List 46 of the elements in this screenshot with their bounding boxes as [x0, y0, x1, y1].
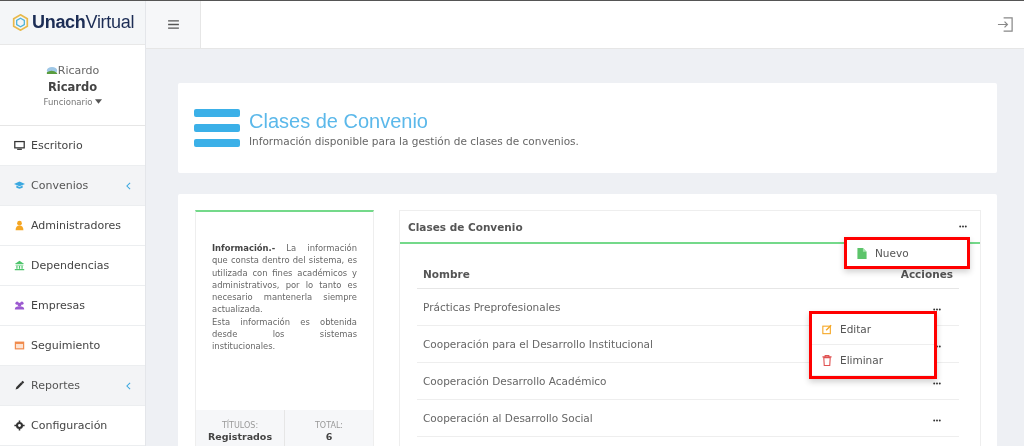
caret-icon — [94, 99, 102, 105]
chevron-left-icon — [126, 181, 131, 190]
sidebar-item[interactable]: Administradores — [0, 206, 145, 246]
trash-icon — [822, 354, 832, 366]
column-header: Nombre — [417, 260, 846, 289]
info-paragraph: Información.- La información que consta dentro del sistema, es utilizada con fines académicos y administrativos, por lo tanto es necesario mantenerla siempre actualizada. — [212, 242, 357, 316]
calendar-icon — [14, 340, 25, 351]
stat-label: TÍTULOS: — [221, 420, 259, 430]
sidebar-item[interactable]: Dependencias — [0, 246, 145, 286]
page-subtitle: Información disponible para la gestión de clases de convenios. — [249, 134, 579, 147]
monitor-icon — [14, 140, 25, 151]
graduation-cap-icon — [14, 180, 25, 191]
menu-item[interactable]: Eliminar — [812, 345, 934, 376]
page-title: Clases de Convenio — [249, 109, 429, 133]
info-paragraph: Esta información es obtenida desde los sistemas institucionales. — [212, 315, 357, 353]
more-icon[interactable] — [933, 382, 941, 385]
more-icon[interactable] — [933, 419, 941, 422]
role-dropdown[interactable]: Funcionario — [43, 96, 102, 107]
logout-icon[interactable] — [997, 16, 1014, 33]
sidebar-item[interactable]: Empresas — [0, 286, 145, 326]
list-icon — [194, 109, 240, 147]
brand-name[interactable]: UnachVirtual — [32, 12, 135, 34]
table-cell: Cooperación al Desarrollo Social — [417, 399, 846, 437]
sidebar-item[interactable]: Reportes — [0, 366, 145, 406]
hexagon-logo-icon — [12, 14, 29, 32]
avatar-alt-text: Ricardo — [45, 63, 100, 77]
stat-value: 6 — [325, 430, 333, 442]
user-icon — [14, 220, 25, 231]
menu-item[interactable]: Nuevo — [847, 240, 967, 266]
stat-label: TOTAL: — [314, 420, 344, 430]
user-name: Ricardo — [47, 79, 98, 94]
broken-image-icon — [45, 65, 58, 75]
stat-value: Registrados — [207, 430, 273, 442]
menu-icon — [167, 20, 179, 29]
panel-title: Clases de Convenio — [408, 220, 523, 233]
sidebar-item[interactable]: Configuración — [0, 406, 145, 446]
pen-icon — [14, 380, 25, 391]
bank-icon — [14, 260, 25, 271]
menu-item[interactable]: Editar — [812, 314, 934, 345]
chevron-left-icon — [126, 381, 131, 390]
more-icon[interactable] — [933, 308, 941, 311]
edit-icon — [822, 323, 832, 335]
sidebar-item[interactable]: Convenios — [0, 166, 145, 206]
document-icon — [857, 247, 867, 259]
more-icon[interactable] — [959, 225, 967, 228]
users-icon — [14, 300, 25, 311]
